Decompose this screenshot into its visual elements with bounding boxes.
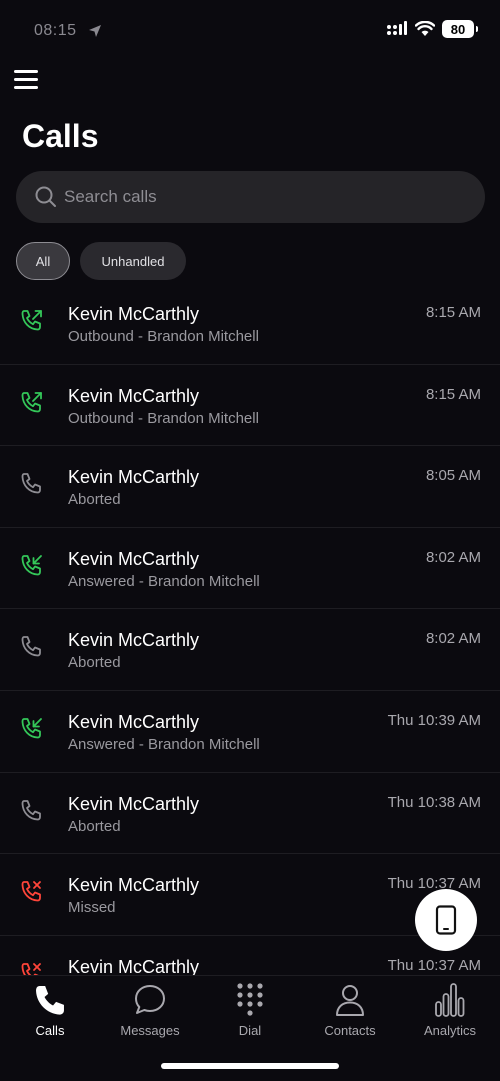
caller-name: Kevin McCarthly [68,385,200,406]
search-bar[interactable] [16,171,485,223]
call-row[interactable]: Kevin McCarthly Answered - Brandon Mitch… [0,528,500,610]
call-detail: Outbound - Brandon Mitchell [68,409,259,427]
call-time: 8:02 AM [425,548,481,566]
outbound-call-icon [21,310,42,331]
call-row[interactable]: Kevin McCarthly Aborted 8:05 AM [0,446,500,528]
call-detail: Answered - Brandon Mitchell [68,572,260,590]
tab-label: Analytics [423,1023,477,1038]
filter-chip-all[interactable]: All [16,242,70,280]
call-time: 8:02 AM [425,630,481,648]
device-switch-button[interactable] [415,889,477,951]
mobile-device-icon [435,905,457,935]
status-time: 08:15 [34,22,77,39]
tab-label: Messages [120,1023,180,1038]
caller-name: Kevin McCarthly [68,548,200,569]
caller-name: Kevin McCarthly [68,467,200,488]
caller-name: Kevin McCarthly [68,630,200,651]
call-detail: Missed [68,899,116,917]
incoming-call-icon [21,554,42,576]
caller-name: Kevin McCarthly [68,304,200,324]
tab-label: Dial [238,1023,262,1038]
phone-icon [21,799,41,820]
cellular-signal-icon [387,21,407,35]
call-detail: Aborted [68,491,121,509]
tab-label: Calls [35,1023,65,1038]
tab-contacts[interactable]: Contacts [300,982,400,1042]
filter-chips: All Unhandled [16,242,186,280]
call-row[interactable]: Kevin McCarthly Outbound - Brandon Mitch… [0,365,500,447]
call-row[interactable]: Kevin McCarthly Aborted 8:02 AM [0,609,500,691]
search-icon [35,186,56,207]
missed-call-icon [21,962,41,975]
outbound-call-icon [21,391,42,412]
caller-name: Kevin McCarthly [68,956,200,975]
status-icons: 80 [386,20,478,38]
call-time: Thu 10:39 AM [387,711,481,729]
bar-chart-icon [435,983,465,1017]
call-detail: Aborted [68,817,121,835]
phone-icon [36,986,64,1015]
call-row[interactable]: Kevin McCarthly Aborted Thu 10:38 AM [0,773,500,855]
tab-dial[interactable]: Dial [200,982,300,1042]
home-indicator [161,1063,339,1069]
filter-chip-unhandled[interactable]: Unhandled [80,242,186,280]
call-row[interactable]: Kevin McCarthly Outbound - Brandon Mitch… [0,283,500,365]
call-detail: Answered - Brandon Mitchell [68,735,260,753]
tab-messages[interactable]: Messages [100,982,200,1042]
chat-bubble-icon [135,985,165,1014]
person-icon [336,985,364,1016]
battery-icon: 80 [442,20,478,38]
missed-call-icon [21,881,41,902]
incoming-call-icon [21,718,42,739]
call-time: Thu 10:37 AM [387,875,481,893]
call-time: 8:15 AM [425,304,481,321]
caller-name: Kevin McCarthly [68,711,200,732]
call-detail: Outbound - Brandon Mitchell [68,328,259,345]
call-time: 8:15 AM [425,385,481,403]
call-list: Kevin McCarthly Outbound - Brandon Mitch… [0,283,500,975]
caller-name: Kevin McCarthly [68,793,200,814]
call-time: 8:05 AM [425,467,481,485]
hamburger-menu-icon[interactable] [14,70,38,90]
call-row[interactable]: Kevin McCarthly Answered - Brandon Mitch… [0,691,500,773]
call-time: Thu 10:38 AM [387,793,481,811]
call-time: Thu 10:37 AM [387,956,481,974]
tab-label: Contacts [324,1023,376,1038]
location-arrow-icon [89,25,101,37]
phone-icon [21,473,41,494]
status-bar: 08:15 80 [0,0,500,62]
phone-icon [21,636,41,657]
tab-calls[interactable]: Calls [0,982,100,1042]
dialpad-icon [237,983,263,1016]
wifi-icon [415,21,435,36]
tab-analytics[interactable]: Analytics [400,982,500,1042]
call-detail: Aborted [68,654,121,672]
caller-name: Kevin McCarthly [68,875,200,896]
page-title: Calls [22,118,99,154]
battery-level: 80 [450,21,466,37]
search-input[interactable] [64,187,444,207]
